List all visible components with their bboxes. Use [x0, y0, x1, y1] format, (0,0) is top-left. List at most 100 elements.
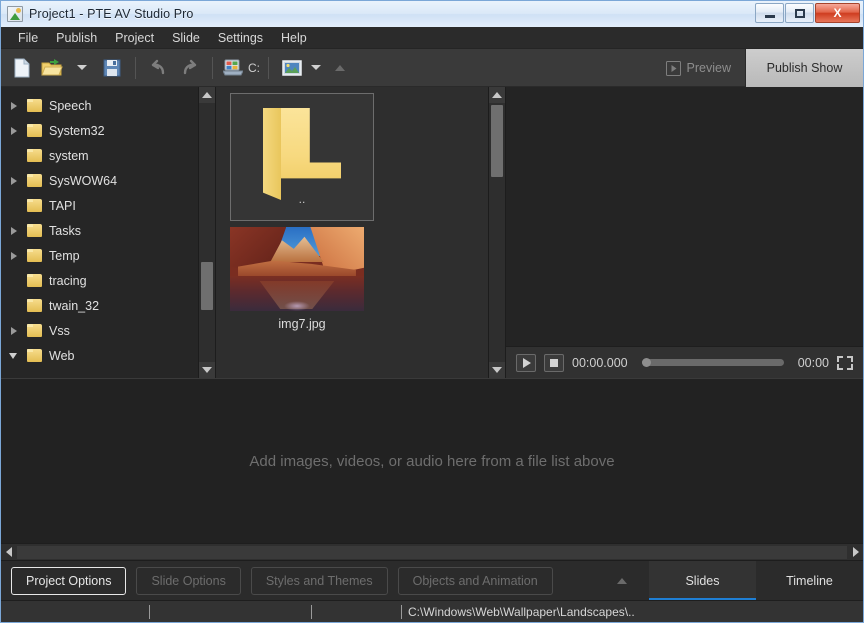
- preview-button[interactable]: Preview: [652, 49, 745, 87]
- tree-item-system[interactable]: system: [1, 143, 198, 168]
- styles-and-themes-button: Styles and Themes: [250, 566, 388, 595]
- close-button[interactable]: X: [815, 3, 860, 23]
- redo-button[interactable]: [174, 53, 204, 83]
- stop-icon: [550, 358, 558, 367]
- file-tile-image[interactable]: img7.jpg: [230, 227, 374, 331]
- chevron-right-icon[interactable]: [11, 251, 17, 260]
- triangle-up-icon: [202, 92, 212, 98]
- menu-slide[interactable]: Slide: [163, 29, 209, 47]
- my-computer-button[interactable]: [221, 53, 245, 83]
- current-drive-label[interactable]: C:: [248, 61, 260, 75]
- slide-list-dropzone[interactable]: Add images, videos, or audio here from a…: [1, 378, 863, 543]
- scroll-up-button[interactable]: [199, 87, 215, 103]
- triangle-right-icon: [852, 547, 859, 557]
- play-icon: [523, 357, 531, 368]
- view-mode-dropdown[interactable]: [307, 53, 325, 83]
- chevron-right-icon[interactable]: [11, 176, 17, 185]
- undo-button[interactable]: [144, 53, 174, 83]
- status-path-label: C:\Windows\Web\Wallpaper\Landscapes\..: [408, 604, 635, 619]
- chevron-right-icon[interactable]: [11, 101, 17, 110]
- tree-item-label: System32: [49, 123, 105, 138]
- tree-item-twain32[interactable]: twain_32: [1, 293, 198, 318]
- save-project-button[interactable]: [97, 53, 127, 83]
- play-button[interactable]: [516, 353, 536, 372]
- menu-file[interactable]: File: [9, 29, 47, 47]
- tree-item-web[interactable]: Web: [1, 343, 198, 368]
- menu-project[interactable]: Project: [106, 29, 163, 47]
- stop-button[interactable]: [544, 353, 564, 372]
- tree-item-vss[interactable]: Vss: [1, 318, 198, 343]
- folder-icon: [27, 99, 42, 112]
- folder-tree-list[interactable]: Speech System32 system SysWOW64 TAPI Tas…: [1, 87, 198, 378]
- status-cell-1: [1, 601, 149, 623]
- tree-item-label: twain_32: [49, 298, 100, 313]
- files-vertical-scrollbar[interactable]: [488, 87, 505, 378]
- folder-icon: [27, 224, 42, 237]
- tree-item-tracing[interactable]: tracing: [1, 268, 198, 293]
- file-tile-parent[interactable]: ..: [230, 93, 374, 221]
- menu-settings[interactable]: Settings: [209, 29, 272, 47]
- scroll-left-button[interactable]: [1, 545, 16, 560]
- view-mode-button[interactable]: [277, 53, 307, 83]
- scroll-right-button[interactable]: [848, 545, 863, 560]
- preview-icon: [665, 60, 681, 76]
- open-dropdown-button[interactable]: [67, 53, 97, 83]
- open-project-button[interactable]: [37, 53, 67, 83]
- chevron-down-icon[interactable]: [9, 352, 17, 359]
- scrollbar-thumb[interactable]: [201, 262, 213, 310]
- tab-timeline[interactable]: Timeline: [756, 560, 863, 601]
- publish-show-button[interactable]: Publish Show: [745, 49, 863, 87]
- tree-item-speech[interactable]: Speech: [1, 93, 198, 118]
- menu-publish[interactable]: Publish: [47, 29, 106, 47]
- fullscreen-icon[interactable]: [837, 355, 853, 370]
- tab-slides[interactable]: Slides: [649, 560, 756, 601]
- toolbar-separator-1: [135, 56, 136, 79]
- tree-item-syswow64[interactable]: SysWOW64: [1, 168, 198, 193]
- scrollbar-thumb[interactable]: [491, 105, 503, 177]
- image-thumbnail[interactable]: [230, 227, 364, 311]
- scroll-down-button[interactable]: [199, 362, 215, 378]
- scroll-down-button[interactable]: [489, 362, 505, 378]
- player-controls: 00:00.000 00:00: [506, 346, 863, 378]
- tree-item-tasks[interactable]: Tasks: [1, 218, 198, 243]
- seek-handle[interactable]: [641, 358, 651, 367]
- menu-help[interactable]: Help: [272, 29, 316, 47]
- folder-icon: [27, 199, 42, 212]
- computer-icon: [223, 59, 243, 75]
- minimize-button[interactable]: [755, 3, 784, 23]
- slide-list-horizontal-scrollbar[interactable]: [1, 543, 863, 560]
- chevron-right-icon[interactable]: [11, 226, 17, 235]
- save-disk-icon: [103, 59, 121, 76]
- preview-stage[interactable]: [506, 87, 863, 346]
- triangle-up-icon: [492, 92, 502, 98]
- project-options-button[interactable]: Project Options: [11, 566, 127, 595]
- chevron-right-icon[interactable]: [11, 326, 17, 335]
- tree-item-temp[interactable]: Temp: [1, 243, 198, 268]
- folder-icon: [27, 249, 42, 262]
- open-folder-icon: [41, 58, 63, 75]
- application-window: Project1 - PTE AV Studio Pro X File Publ…: [0, 0, 864, 623]
- maximize-button[interactable]: [785, 3, 814, 23]
- collapse-panel-button[interactable]: [605, 577, 639, 584]
- tree-item-label: SysWOW64: [49, 173, 118, 188]
- tree-vertical-scrollbar[interactable]: [198, 87, 215, 378]
- main-toolbar: C: Preview Publish Show: [1, 49, 863, 87]
- folder-icon: [27, 349, 42, 362]
- file-thumbnail-grid[interactable]: .. img7.jpg: [216, 87, 488, 378]
- current-time-label: 00:00.000: [572, 355, 628, 370]
- tree-item-system32[interactable]: System32: [1, 118, 198, 143]
- chevron-right-icon[interactable]: [11, 126, 17, 135]
- parent-folder-thumbnail[interactable]: ..: [230, 93, 374, 221]
- file-list-panel: .. img7.jpg: [216, 87, 506, 378]
- new-project-button[interactable]: [7, 53, 37, 83]
- chevron-up-icon: [335, 64, 345, 71]
- menu-bar: File Publish Project Slide Settings Help: [1, 27, 863, 49]
- tree-item-tapi[interactable]: TAPI: [1, 193, 198, 218]
- scrollbar-track[interactable]: [17, 545, 847, 559]
- scroll-up-button[interactable]: [489, 87, 505, 103]
- chevron-down-icon: [77, 65, 87, 70]
- seek-slider[interactable]: [641, 358, 784, 367]
- total-time-label: 00:00: [797, 355, 829, 370]
- collapse-toolbar-button[interactable]: [325, 53, 355, 83]
- folder-icon: [27, 149, 42, 162]
